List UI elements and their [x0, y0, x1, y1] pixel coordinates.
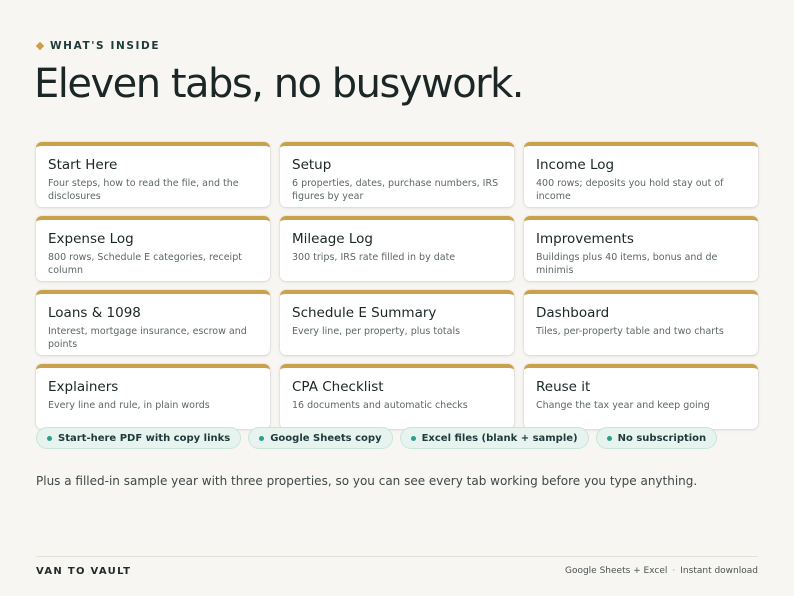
footer-info: Google Sheets + Excel · Instant download: [565, 566, 758, 576]
card-title: Schedule E Summary: [292, 305, 437, 321]
card-description: Change the tax year and keep going: [536, 400, 710, 411]
card-description: 6 properties, dates, purchase numbers, I…: [292, 178, 499, 202]
eyebrow-label: WHAT'S INSIDE: [50, 40, 161, 52]
card-title: Income Log: [536, 157, 615, 173]
card-title: Start Here: [48, 157, 118, 173]
footer-formats: Google Sheets + Excel: [564, 566, 668, 576]
feature-chips: Start-here PDF with copy links Google Sh…: [36, 427, 718, 449]
page-title: Eleven tabs, no busywork.: [34, 61, 525, 107]
tab-card-expense-log: Expense Log 800 rows, Schedule E categor…: [36, 216, 270, 281]
eyebrow: WHAT'S INSIDE: [35, 40, 161, 52]
tab-card-income-log: Income Log 400 rows; deposits you hold s…: [524, 142, 758, 207]
card-title: Reuse it: [536, 379, 591, 395]
tab-card-schedule-e-summary: Schedule E Summary Every line, per prope…: [280, 290, 514, 355]
brand-name: VAN TO VAULT: [36, 566, 132, 577]
chip-label: Google Sheets copy: [270, 432, 382, 444]
page: WHAT'S INSIDE Eleven tabs, no busywork. …: [34, 0, 758, 596]
chip-label: Excel files (blank + sample): [421, 432, 578, 444]
dot-icon: [410, 435, 416, 441]
tab-card-setup: Setup 6 properties, dates, purchase numb…: [280, 142, 514, 207]
tab-card-improvements: Improvements Buildings plus 40 items, bo…: [524, 216, 758, 281]
card-title: Mileage Log: [292, 231, 374, 247]
chip-label: Start-here PDF with copy links: [58, 432, 231, 444]
tab-card-mileage-log: Mileage Log 300 trips, IRS rate filled i…: [280, 216, 514, 281]
card-description: Every line, per property, plus totals: [292, 326, 461, 337]
tab-card-reuse-it: Reuse it Change the tax year and keep go…: [524, 364, 758, 429]
card-title: Setup: [292, 157, 332, 173]
tab-card-explainers: Explainers Every line and rule, in plain…: [36, 364, 270, 429]
footer-divider: [36, 556, 758, 557]
card-title: Improvements: [536, 231, 634, 247]
dot-icon: [47, 435, 52, 441]
card-description: Buildings plus 40 items, bonus and de mi…: [536, 252, 718, 276]
card-title: Explainers: [48, 379, 119, 395]
tab-card-dashboard: Dashboard Tiles, per-property table and …: [524, 290, 758, 355]
tab-card-cpa-checklist: CPA Checklist 16 documents and automatic…: [280, 364, 514, 429]
card-description: 16 documents and automatic checks: [292, 400, 468, 411]
dot-icon: [259, 435, 265, 441]
chip-google-sheets: Google Sheets copy: [248, 427, 393, 449]
card-description: 800 rows, Schedule E categories, receipt…: [48, 252, 242, 276]
card-title: Dashboard: [536, 305, 610, 321]
card-description: 300 trips, IRS rate filled in by date: [292, 252, 456, 263]
footer-separator: ·: [672, 566, 676, 576]
dot-icon: [606, 435, 612, 441]
chip-label: No subscription: [617, 432, 707, 444]
footer-delivery: Instant download: [680, 566, 758, 576]
card-title: Loans & 1098: [48, 305, 141, 321]
diamond-icon: [35, 41, 45, 51]
tab-card-loans-1098: Loans & 1098 Interest, mortgage insuranc…: [36, 290, 270, 355]
card-description: Tiles, per-property table and two charts: [536, 326, 724, 337]
chip-no-subscription: No subscription: [595, 427, 718, 449]
card-description: Every line and rule, in plain words: [48, 400, 210, 411]
tab-card-start-here: Start Here Four steps, how to read the f…: [36, 142, 270, 207]
tab-card-grid: Start Here Four steps, how to read the f…: [36, 142, 758, 429]
card-description: Interest, mortgage insurance, escrow and…: [48, 326, 247, 350]
sample-note: Plus a filled-in sample year with three …: [36, 474, 698, 488]
card-title: Expense Log: [48, 231, 134, 247]
chip-excel-files: Excel files (blank + sample): [399, 427, 589, 449]
card-description: 400 rows; deposits you hold stay out of …: [536, 178, 724, 202]
card-title: CPA Checklist: [292, 379, 384, 395]
card-description: Four steps, how to read the file, and th…: [48, 178, 239, 202]
chip-start-here-pdf: Start-here PDF with copy links: [36, 427, 242, 449]
